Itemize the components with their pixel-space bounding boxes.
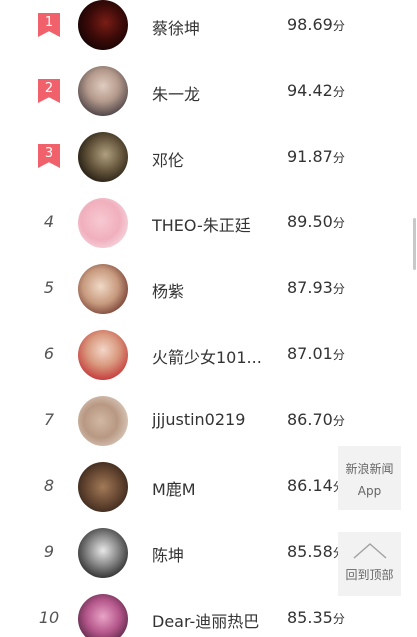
ranking-row[interactable]: 5 杨紫 87.93分 [0, 264, 410, 330]
name[interactable]: 朱一龙 [152, 81, 272, 105]
rank-badge: 3 [38, 144, 60, 168]
score: 87.93分 [287, 278, 345, 297]
score: 86.70分 [287, 410, 345, 429]
name[interactable]: jjjustin0219 [152, 410, 272, 429]
sina-news-app-button[interactable]: 新浪新闻 App [338, 446, 401, 510]
avatar[interactable] [78, 528, 128, 578]
score-value: 91.87 [287, 147, 333, 166]
score-value: 98.69 [287, 15, 333, 34]
score: 85.35分 [287, 608, 345, 627]
score-value: 85.35 [287, 608, 333, 627]
name[interactable]: 杨紫 [152, 278, 272, 302]
name[interactable]: Dear-迪丽热巴 [152, 608, 272, 632]
score: 91.87分 [287, 147, 345, 166]
name[interactable]: 火箭少女101... [152, 344, 272, 368]
name[interactable]: THEO-朱正廷 [152, 212, 272, 236]
avatar[interactable] [78, 132, 128, 182]
app-button-label: 新浪新闻 [345, 462, 394, 476]
app-button-sublabel: App [357, 484, 382, 498]
ranking-row[interactable]: 4 THEO-朱正廷 89.50分 [0, 198, 410, 264]
score-unit: 分 [332, 19, 345, 33]
scrollbar[interactable] [413, 218, 416, 270]
score-unit: 分 [332, 151, 345, 165]
score-value: 87.01 [287, 344, 333, 363]
back-to-top-button[interactable]: 回到顶部 [338, 532, 401, 596]
name[interactable]: 陈坤 [152, 542, 272, 566]
score-unit: 分 [332, 414, 345, 428]
avatar[interactable] [78, 264, 128, 314]
rank-number: 10 [38, 608, 60, 627]
avatar[interactable] [78, 594, 128, 637]
ranking-row[interactable]: 1 蔡徐坤 98.69分 [0, 0, 410, 66]
ranking-row[interactable]: 10 Dear-迪丽热巴 85.35分 [0, 594, 410, 637]
score: 94.42分 [287, 81, 345, 100]
rank-badge: 1 [38, 13, 60, 37]
avatar[interactable] [78, 0, 128, 50]
score-value: 85.58 [287, 542, 333, 561]
rank-number: 9 [43, 542, 55, 561]
score-unit: 分 [332, 348, 345, 362]
name[interactable]: M鹿M [152, 476, 272, 500]
ranking-row[interactable]: 6 火箭少女101... 87.01分 [0, 330, 410, 396]
score-unit: 分 [332, 282, 345, 296]
score-value: 87.93 [287, 278, 333, 297]
avatar[interactable] [78, 462, 128, 512]
score: 89.50分 [287, 212, 345, 231]
score: 85.58分 [287, 542, 345, 561]
ranking-page: 1 蔡徐坤 98.69分 2 朱一龙 94.42分 3 邓伦 91.87分 4 … [0, 0, 417, 637]
score-value: 86.14 [287, 476, 333, 495]
score: 87.01分 [287, 344, 345, 363]
score-value: 86.70 [287, 410, 333, 429]
avatar[interactable] [78, 330, 128, 380]
rank-number: 4 [43, 212, 55, 231]
score-unit: 分 [332, 85, 345, 99]
score-value: 94.42 [287, 81, 333, 100]
ranking-row[interactable]: 2 朱一龙 94.42分 [0, 66, 410, 132]
ranking-row[interactable]: 3 邓伦 91.87分 [0, 132, 410, 198]
avatar[interactable] [78, 66, 128, 116]
rank-number: 5 [43, 278, 55, 297]
score-unit: 分 [332, 216, 345, 230]
avatar[interactable] [78, 198, 128, 248]
score: 86.14分 [287, 476, 345, 495]
chevron-up-icon [353, 543, 386, 559]
rank-number: 6 [43, 344, 55, 363]
back-to-top-label: 回到顶部 [345, 568, 394, 582]
name[interactable]: 邓伦 [152, 147, 272, 171]
name[interactable]: 蔡徐坤 [152, 15, 272, 39]
score: 98.69分 [287, 15, 345, 34]
rank-number: 8 [43, 476, 55, 495]
rank-number: 7 [43, 410, 55, 429]
score-value: 89.50 [287, 212, 333, 231]
avatar[interactable] [78, 396, 128, 446]
score-unit: 分 [332, 612, 345, 626]
rank-badge: 2 [38, 79, 60, 103]
